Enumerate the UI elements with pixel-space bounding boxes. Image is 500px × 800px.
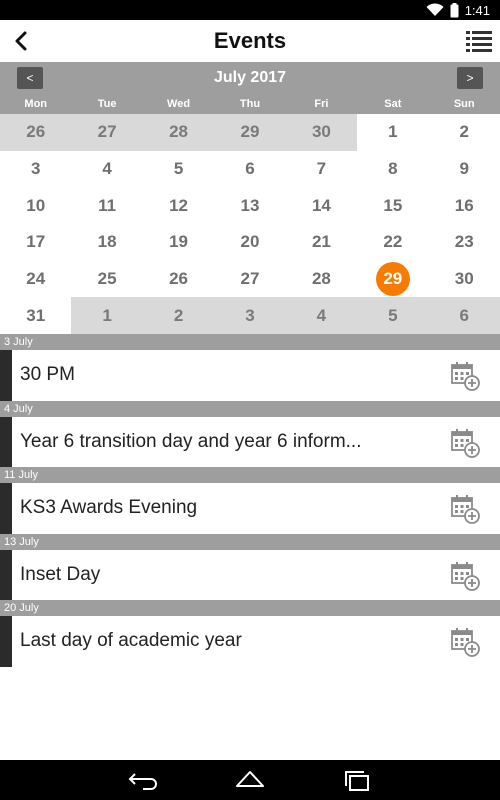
day-cell[interactable]: 27 (214, 261, 285, 298)
day-cell[interactable]: 17 (0, 224, 71, 261)
weekday-label: Fri (314, 98, 329, 110)
day-cell[interactable]: 25 (71, 261, 142, 298)
status-bar: 1:41 (0, 0, 500, 20)
weekday-label: Wed (167, 98, 191, 110)
calendar-add-icon[interactable] (450, 361, 480, 391)
weekday-label: Tue (97, 98, 117, 110)
day-cell[interactable]: 4 (71, 151, 142, 188)
day-cell[interactable]: 15 (357, 187, 428, 224)
event-date-header: 4 July (0, 400, 500, 417)
today-marker: 29 (375, 262, 410, 297)
day-cell[interactable]: 23 (429, 224, 500, 261)
week-row: 24 25 26 27 28 29 30 (0, 261, 500, 298)
month-label: July 2017 (213, 69, 287, 86)
event-title: Year 6 transition day and year 6 inform.… (20, 430, 362, 452)
day-cell[interactable]: 16 (429, 187, 500, 224)
day-cell[interactable]: 19 (143, 224, 214, 261)
next-month-button[interactable]: > (457, 67, 483, 89)
day-cell[interactable]: 13 (214, 187, 285, 224)
day-cell[interactable]: 30 (429, 261, 500, 298)
day-cell[interactable]: 14 (286, 187, 357, 224)
weekday-label: Mon (24, 98, 48, 110)
event-date-header: 20 July (0, 600, 500, 617)
day-cell-prev-month[interactable]: 28 (142, 114, 215, 151)
weekday-label: Sun (453, 98, 475, 110)
weekday-label: Thu (239, 98, 261, 110)
day-cell[interactable]: 11 (71, 187, 142, 224)
nav-home-icon[interactable] (234, 768, 266, 792)
day-cell[interactable]: 20 (214, 224, 285, 261)
day-cell-prev-month[interactable]: 30 (285, 114, 358, 151)
day-cell[interactable]: 26 (143, 261, 214, 298)
day-cell[interactable]: 7 (286, 151, 357, 188)
event-title: Last day of academic year (20, 630, 242, 652)
calendar-header: < July 2017 > (0, 62, 500, 94)
app-bar: Events (0, 20, 500, 62)
day-cell[interactable]: 9 (429, 151, 500, 188)
calendar-add-icon[interactable] (450, 627, 480, 658)
day-cell-next-month[interactable]: 6 (428, 297, 500, 335)
day-cell[interactable]: 3 (0, 151, 71, 188)
event-item[interactable]: 30 PM (0, 350, 500, 401)
day-cell[interactable]: 31 (0, 297, 71, 334)
calendar-add-icon[interactable] (450, 494, 480, 525)
page-title: Events (213, 28, 287, 53)
weekday-label: Sat (384, 98, 402, 110)
day-cell[interactable]: 6 (214, 151, 285, 188)
weekday-row: Mon Tue Wed Thu Fri Sat Sun (0, 94, 500, 114)
day-cell-next-month[interactable]: 1 (71, 297, 143, 335)
calendar-add-icon[interactable] (450, 428, 480, 458)
nav-back-icon[interactable] (127, 768, 159, 792)
status-icons: 1:41 (426, 2, 490, 18)
wifi-icon (426, 3, 444, 16)
week-row: 10 11 12 13 14 15 16 (0, 187, 500, 224)
event-title: 30 PM (20, 364, 75, 385)
screen: 1:41 Events < July 2017 > Mon Tue Wed Th… (0, 0, 500, 800)
system-nav-bar (0, 760, 500, 800)
week-row: 17 18 19 20 21 22 23 (0, 224, 500, 261)
list-menu-icon[interactable] (466, 29, 492, 53)
day-cell-next-month[interactable]: 5 (357, 297, 429, 335)
day-cell[interactable]: 21 (286, 224, 357, 261)
event-list: 3 July 30 PM 4 July Year 6 transition da… (0, 334, 500, 667)
week-row: 3 4 5 6 7 8 9 (0, 151, 500, 188)
event-title: KS3 Awards Evening (20, 497, 198, 519)
battery-icon (450, 2, 459, 17)
day-cell[interactable]: 8 (357, 151, 428, 188)
status-time: 1:41 (464, 2, 490, 18)
event-date-header: 13 July (0, 533, 500, 550)
event-item[interactable]: KS3 Awards Evening (0, 483, 500, 534)
day-cell-prev-month[interactable]: 26 (0, 114, 72, 151)
event-date-header: 11 July (0, 467, 500, 484)
day-cell[interactable]: 1 (357, 114, 428, 151)
event-item[interactable]: Year 6 transition day and year 6 inform.… (0, 416, 500, 468)
day-cell-prev-month[interactable]: 27 (71, 114, 143, 151)
event-title: Inset Day (20, 563, 101, 585)
day-cell[interactable]: 22 (357, 224, 428, 261)
calendar-grid: 26 27 28 29 30 1 2 3 4 5 6 7 8 9 10 11 1… (0, 114, 500, 335)
day-cell-next-month[interactable]: 2 (142, 297, 215, 335)
event-item[interactable]: Inset Day (0, 549, 500, 601)
day-cell[interactable]: 5 (143, 151, 214, 188)
week-row: 26 27 28 29 30 1 2 (0, 114, 500, 151)
day-cell[interactable]: 10 (0, 187, 71, 224)
day-cell-prev-month[interactable]: 29 (214, 114, 286, 151)
event-date-header: 3 July (0, 334, 500, 350)
day-cell-today[interactable]: 29 (357, 261, 428, 298)
nav-recents-icon[interactable] (341, 768, 373, 792)
day-cell[interactable]: 18 (71, 224, 142, 261)
day-cell[interactable]: 28 (286, 261, 357, 298)
day-cell-next-month[interactable]: 4 (285, 297, 358, 335)
day-cell[interactable]: 24 (0, 261, 71, 298)
week-row: 31 1 2 3 4 5 6 (0, 297, 500, 335)
calendar-add-icon[interactable] (450, 561, 480, 591)
day-cell[interactable]: 2 (429, 114, 500, 151)
day-cell-next-month[interactable]: 3 (214, 297, 286, 335)
event-item[interactable]: Last day of academic year (0, 616, 500, 667)
day-cell[interactable]: 12 (143, 187, 214, 224)
